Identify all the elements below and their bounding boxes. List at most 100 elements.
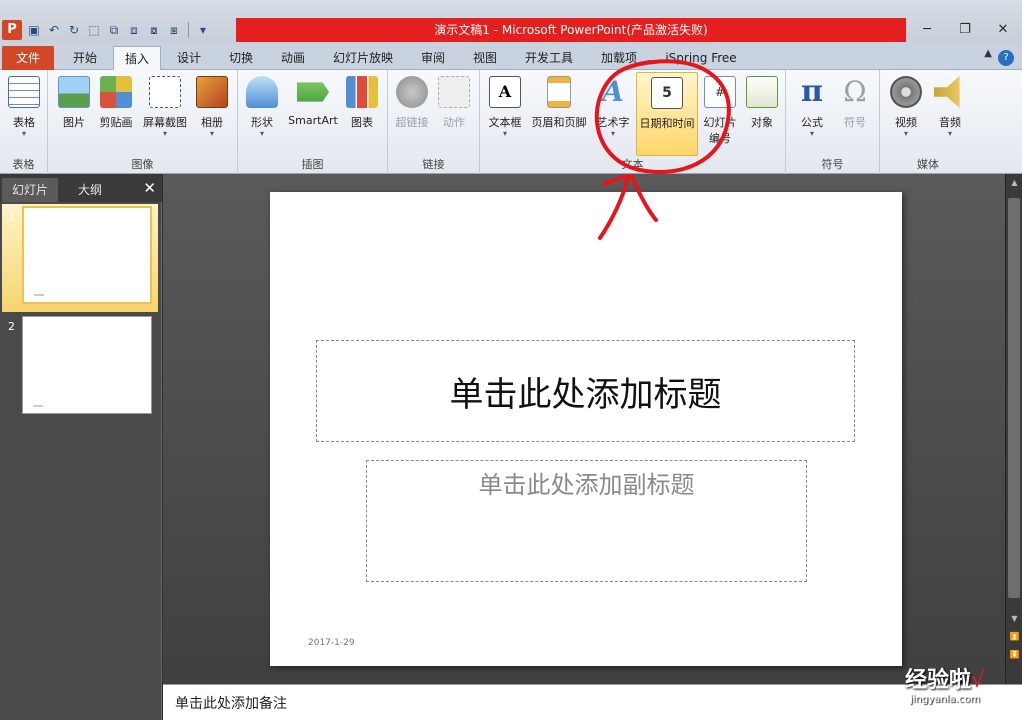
slide-number-icon: # <box>704 76 736 108</box>
select-icon[interactable]: ⬚ <box>86 22 102 38</box>
group-images: 图片 剪贴画 屏幕截图 ▾ 相册 ▾ 图像 <box>48 70 238 174</box>
header-footer-icon <box>547 76 571 108</box>
ungroup-icon[interactable]: ⧈ <box>126 22 142 38</box>
scroll-up-icon[interactable]: ▲ <box>1006 178 1022 187</box>
action-star-icon <box>438 76 470 108</box>
clipart-button[interactable]: 剪贴画 <box>96 76 136 130</box>
minimize-ribbon-icon[interactable]: ▲ <box>984 48 992 59</box>
picture-icon <box>58 76 90 108</box>
smartart-button[interactable]: SmartArt <box>286 76 340 127</box>
quick-access-toolbar: P ▣ ↶ ↻ ⬚ ⧉ ⧈ ⧇ ⧆ ▾ <box>0 18 211 42</box>
datetime-button[interactable]: 5 日期和时间 <box>636 72 698 156</box>
album-button[interactable]: 相册 ▾ <box>194 76 230 138</box>
slide-number-button[interactable]: # 幻灯片编号 <box>700 76 740 146</box>
table-button[interactable]: 表格 ▾ <box>6 76 42 138</box>
album-icon <box>196 76 228 108</box>
slide-date-footer: 2017-1-29 <box>308 638 355 648</box>
tab-slideshow[interactable]: 幻灯片放映 <box>324 46 402 70</box>
symbol-button[interactable]: Ω 符号 <box>836 76 874 130</box>
window-title: 演示文稿1 - Microsoft PowerPoint(产品激活失败) <box>236 18 906 42</box>
watermark: 经验啦√ jingyanla.com <box>904 668 986 705</box>
screenshot-button[interactable]: 屏幕截图 ▾ <box>140 76 190 138</box>
pane-tabs: 幻灯片 大纲 ✕ <box>0 174 162 202</box>
save-icon[interactable]: ▣ <box>26 22 42 38</box>
wordart-icon: A <box>602 75 624 108</box>
globe-icon <box>396 76 428 108</box>
tab-slides[interactable]: 幻灯片 <box>2 178 58 202</box>
ribbon-tabs: 文件 开始 插入 设计 切换 动画 幻灯片放映 审阅 视图 开发工具 加载项 i… <box>0 42 1022 70</box>
slide-canvas[interactable]: 单击此处添加标题 单击此处添加副标题 2017-1-29 <box>270 192 902 666</box>
slide-number-1: 1 <box>8 210 15 223</box>
tab-file[interactable]: 文件 <box>2 46 54 70</box>
qat-separator <box>188 22 189 38</box>
group-icon[interactable]: ⧉ <box>106 22 122 38</box>
scrollbar-thumb[interactable] <box>1008 198 1020 598</box>
object-icon <box>746 76 778 108</box>
tab-home[interactable]: 开始 <box>60 46 110 70</box>
next-slide-icon[interactable]: ⏬ <box>1006 650 1022 659</box>
title-placeholder[interactable]: 单击此处添加标题 <box>316 340 855 442</box>
tab-developer[interactable]: 开发工具 <box>514 46 584 70</box>
group-symbols: π 公式 ▾ Ω 符号 符号 <box>786 70 880 174</box>
film-reel-icon <box>890 76 922 108</box>
redo-icon[interactable]: ↻ <box>66 22 82 38</box>
group-illustrations: 形状 ▾ SmartArt 图表 插图 <box>238 70 388 174</box>
video-button[interactable]: 视频 ▾ <box>886 76 926 138</box>
group-text: A 文本框 ▾ 页眉和页脚 A 艺术字 ▾ 5 日期和时间 # 幻灯片编号 对象… <box>480 70 786 174</box>
omega-icon: Ω <box>843 75 867 108</box>
textbox-icon: A <box>489 76 521 108</box>
object-button[interactable]: 对象 <box>744 76 780 130</box>
slide-number-2: 2 <box>8 320 15 333</box>
title-bar: P ▣ ↶ ↻ ⬚ ⧉ ⧈ ⧇ ⧆ ▾ 演示文稿1 - Microsoft Po… <box>0 0 1022 42</box>
tab-outline[interactable]: 大纲 <box>62 178 118 202</box>
tab-ispring[interactable]: iSpring Free <box>656 46 746 70</box>
close-pane-icon[interactable]: ✕ <box>143 178 156 198</box>
subtitle-placeholder[interactable]: 单击此处添加副标题 <box>366 460 807 582</box>
tab-design[interactable]: 设计 <box>166 46 212 70</box>
help-icon[interactable]: ? <box>998 50 1014 66</box>
tab-view[interactable]: 视图 <box>462 46 508 70</box>
prev-slide-icon[interactable]: ⏫ <box>1006 632 1022 641</box>
close-button[interactable]: ✕ <box>984 18 1022 42</box>
camera-icon <box>149 76 181 108</box>
clipart-icon <box>100 76 132 108</box>
shapes-icon <box>246 76 278 108</box>
picture-button[interactable]: 图片 <box>56 76 92 130</box>
slide-thumbnail-1[interactable] <box>22 206 152 304</box>
speaker-icon <box>934 76 960 108</box>
group-media: 视频 ▾ 音频 ▾ 媒体 <box>880 70 976 174</box>
group-tables: 表格 ▾ 表格 <box>0 70 48 174</box>
header-footer-button[interactable]: 页眉和页脚 <box>528 76 590 130</box>
align-icon[interactable]: ⧆ <box>166 22 182 38</box>
undo-icon[interactable]: ↶ <box>46 22 62 38</box>
tab-addins[interactable]: 加载项 <box>592 46 646 70</box>
chart-button[interactable]: 图表 <box>344 76 380 130</box>
slide-thumbnail-2[interactable] <box>22 316 152 414</box>
slide-editing-area: 单击此处添加标题 单击此处添加副标题 2017-1-29 <box>163 174 1005 684</box>
textbox-button[interactable]: A 文本框 ▾ <box>486 76 524 138</box>
slide-thumbnail-pane: 幻灯片 大纲 ✕ 1 2 <box>0 174 162 720</box>
minimize-button[interactable]: ─ <box>908 18 946 42</box>
chart-icon <box>346 76 378 108</box>
arrange-icon[interactable]: ⧇ <box>146 22 162 38</box>
action-button[interactable]: 动作 <box>436 76 472 130</box>
vertical-scrollbar[interactable]: ▲ ▼ ⏫ ⏬ <box>1005 174 1022 684</box>
shapes-button[interactable]: 形状 ▾ <box>244 76 280 138</box>
equation-button[interactable]: π 公式 ▾ <box>792 76 832 138</box>
tab-transitions[interactable]: 切换 <box>218 46 264 70</box>
hyperlink-button[interactable]: 超链接 <box>392 76 432 130</box>
wordart-button[interactable]: A 艺术字 ▾ <box>594 76 632 138</box>
tab-animations[interactable]: 动画 <box>270 46 316 70</box>
audio-button[interactable]: 音频 ▾ <box>930 76 970 138</box>
table-icon <box>8 76 40 108</box>
powerpoint-logo[interactable]: P <box>2 20 22 40</box>
restore-button[interactable]: ❐ <box>946 18 984 42</box>
customize-qat-icon[interactable]: ▾ <box>195 22 211 38</box>
calendar-icon: 5 <box>651 77 683 109</box>
ribbon: 表格 ▾ 表格 图片 剪贴画 屏幕截图 ▾ 相册 ▾ 图像 形状 ▾ Smart… <box>0 70 1022 174</box>
tab-insert[interactable]: 插入 <box>113 46 161 70</box>
tab-review[interactable]: 审阅 <box>410 46 456 70</box>
pi-icon: π <box>801 74 823 109</box>
group-links: 超链接 动作 链接 <box>388 70 480 174</box>
scroll-down-icon[interactable]: ▼ <box>1006 614 1022 623</box>
